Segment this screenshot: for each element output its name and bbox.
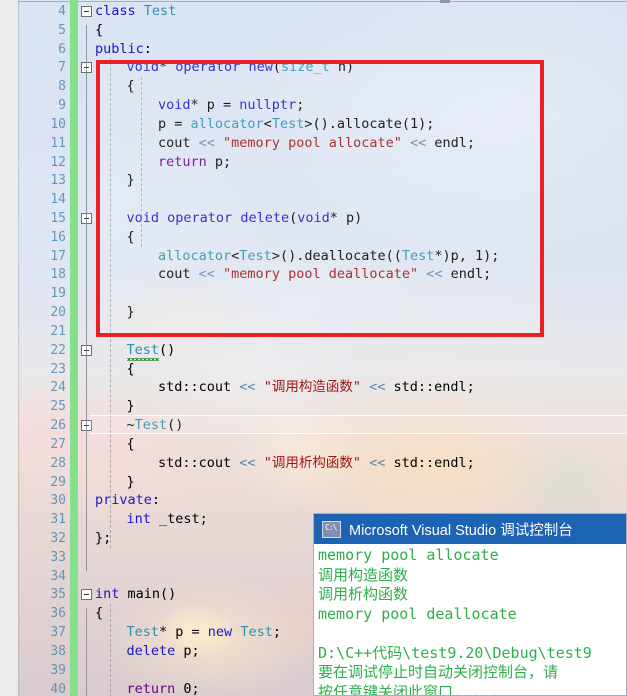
code-line[interactable]: std::cout << "调用构造函数" << std::endl; — [158, 378, 475, 397]
collapse-toggle-icon[interactable] — [81, 6, 92, 17]
code-line[interactable]: class Test — [95, 2, 176, 21]
console-output-line: D:\C++代码\test9.20\Debug\test9 — [318, 643, 592, 662]
code-line[interactable]: int main() — [95, 585, 176, 604]
code-line[interactable]: Test* p = new Test; — [127, 623, 281, 642]
console-output-line: 要在调试停止时自动关闭控制台，请 — [318, 663, 559, 681]
code-line[interactable]: } — [127, 397, 135, 416]
console-title-text: Microsoft Visual Studio 调试控制台 — [349, 522, 573, 539]
console-output-line: 调用析构函数 — [318, 585, 409, 603]
outlining-structure-line — [86, 24, 87, 571]
code-line[interactable]: }; — [95, 529, 111, 548]
console-output-line: 调用构造函数 — [318, 565, 409, 584]
code-line[interactable]: delete p; — [127, 642, 200, 661]
console-output-area: memory pool allocate 调用构造函数 调用析构函数 memory p… — [314, 544, 626, 696]
current-line-highlight — [90, 415, 627, 435]
code-line[interactable]: int _test; — [127, 510, 208, 529]
console-output-line: memory pool deallocate — [318, 604, 517, 623]
indent-guide — [110, 604, 111, 696]
debug-console-window[interactable]: Microsoft Visual Studio 调试控制台 memory poo… — [313, 513, 627, 696]
code-line[interactable]: { — [127, 435, 135, 454]
code-line[interactable]: Test() — [126, 341, 175, 360]
code-line[interactable]: return 0; — [127, 680, 200, 696]
console-output-line: 按任意键关闭此窗口. . . — [318, 682, 499, 696]
outlining-structure-line — [86, 608, 87, 696]
vs-editor-screenshot: 4 5 6 7 8 9 10 11 12 13 14 15 16 17 18 19 20 21 22 23 24 25 26… — [0, 0, 627, 696]
code-line[interactable]: std::cout << "调用析构函数" << std::endl; — [158, 454, 475, 473]
console-app-icon — [322, 520, 341, 538]
code-line[interactable]: { — [127, 360, 135, 379]
code-line[interactable]: private: — [95, 491, 160, 510]
collapse-toggle-icon[interactable] — [81, 589, 92, 601]
red-annotation-rectangle — [96, 60, 544, 337]
console-output-line: memory pool allocate — [318, 546, 499, 564]
code-line[interactable]: } — [127, 473, 135, 492]
console-title-bar[interactable]: Microsoft Visual Studio 调试控制台 — [314, 514, 626, 544]
code-line[interactable]: { — [95, 21, 103, 40]
code-line[interactable]: public: — [95, 40, 152, 59]
code-line[interactable]: { — [95, 604, 103, 623]
